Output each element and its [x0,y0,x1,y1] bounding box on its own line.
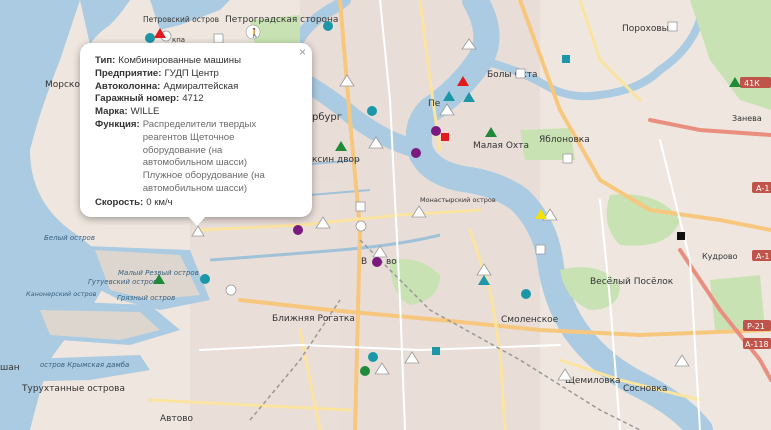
popup-tip [188,216,206,226]
label-gutuevsky: Гутуевский остров [88,278,157,286]
label-porokhovye: Пороховые [622,24,675,34]
field-brand: Марка: WILLE [95,106,160,118]
label-shan: шан [0,363,20,373]
label-smolenskoe: Смоленское [501,315,559,325]
vehicle-marker-purple[interactable] [293,225,303,235]
field-enterprise: Предприятие: ГУДП Центр [95,67,219,79]
label-peterburg: рбург [312,112,342,123]
label-yablonovka: Яблоновка [539,135,590,145]
vehicle-marker-teal[interactable] [368,352,378,362]
label-gryaznyi: Грязный остров [117,294,175,302]
field-garage-number: Гаражный номер: 4712 [95,93,204,105]
vehicle-marker-teal-square[interactable] [562,55,570,63]
vehicle-marker-white-square[interactable] [515,68,526,79]
vehicle-marker-black-square[interactable] [677,232,685,240]
vehicle-marker-white-square[interactable] [535,244,546,255]
label-kudrovo: Кудрово [702,252,738,261]
label-gostiny: ксин двор [312,155,360,165]
vehicle-marker-white-square[interactable] [667,21,678,32]
label-vo: во [386,257,397,267]
road-shield-41k-label: 41К [744,79,760,88]
label-petrogradsky: Петроградская сторона [225,15,338,25]
vehicle-marker-green-circle[interactable] [360,366,370,376]
label-krimski: остров Крымская дамба [40,361,129,369]
vehicle-info-popup: × Тип: Комбинированные машины Предприятие… [80,43,312,226]
road-shield-a1-top-label: А-1 [756,184,769,193]
label-belyi: Белый остров [44,234,95,242]
road-shield-a118-label: А-118 [745,340,769,349]
label-sosnovka: Сосновка [623,384,667,394]
label-shchemilovka: Щемиловка [565,376,621,386]
label-turukhtannye: Турухтанные острова [21,384,125,394]
label-monastyrsky: Монастырский остров [420,196,496,204]
vehicle-marker-teal[interactable] [323,21,333,31]
label-vi: В [361,257,367,267]
label-petrovsky: Петровский остров [143,15,219,24]
vehicle-marker-teal[interactable] [521,289,531,299]
close-icon[interactable]: × [299,45,306,59]
svg-text:🚶: 🚶 [249,27,260,39]
field-column: Автоколонна: Адмиралтейская [95,80,239,92]
field-speed: Скорость: 0 км/ч [95,196,173,208]
label-zanevka: Занева [732,114,762,123]
pedestrian-icon: 🚶 [245,24,261,40]
vehicle-marker-teal-square[interactable] [432,347,440,355]
vehicle-marker-red-square[interactable] [441,133,449,141]
vehicle-marker-white-square[interactable] [562,153,573,164]
function-value: Распределители твердых реагентов Щеточно… [142,118,265,194]
vehicle-marker-white-square[interactable] [213,33,224,44]
label-avtovo: Автово [160,414,194,424]
label-vesyolyi: Весёлый Посёлок [590,277,674,287]
label-pe: Пе [428,99,441,109]
field-type: Тип: Комбинированные машины [95,55,241,66]
vehicle-marker-teal[interactable] [200,274,210,284]
vehicle-marker-purple[interactable] [372,257,382,267]
vehicle-marker-teal[interactable] [145,33,155,43]
vehicle-marker-purple[interactable] [411,148,421,158]
vehicle-marker-white-circle[interactable] [225,284,237,296]
vehicle-marker-purple[interactable] [431,126,441,136]
label-blizhnyaya: Ближняя Рогатка [272,314,355,324]
vehicle-marker-teal[interactable] [367,106,377,116]
field-function: Функция: Распределители твердых реагентов… [95,119,302,196]
road-shield-p21-label: Р-21 [747,322,765,331]
label-bolshaya-okhta: Болы Охта [487,70,538,80]
vehicle-marker-white-circle[interactable] [355,220,367,232]
label-kanonersky: Канонерский остров [26,290,97,298]
vehicle-marker-white-square[interactable] [355,201,366,212]
road-shield-a1-bottom-label: А-1 [756,252,769,261]
label-malaya-okhta: Малая Охта [473,141,529,151]
